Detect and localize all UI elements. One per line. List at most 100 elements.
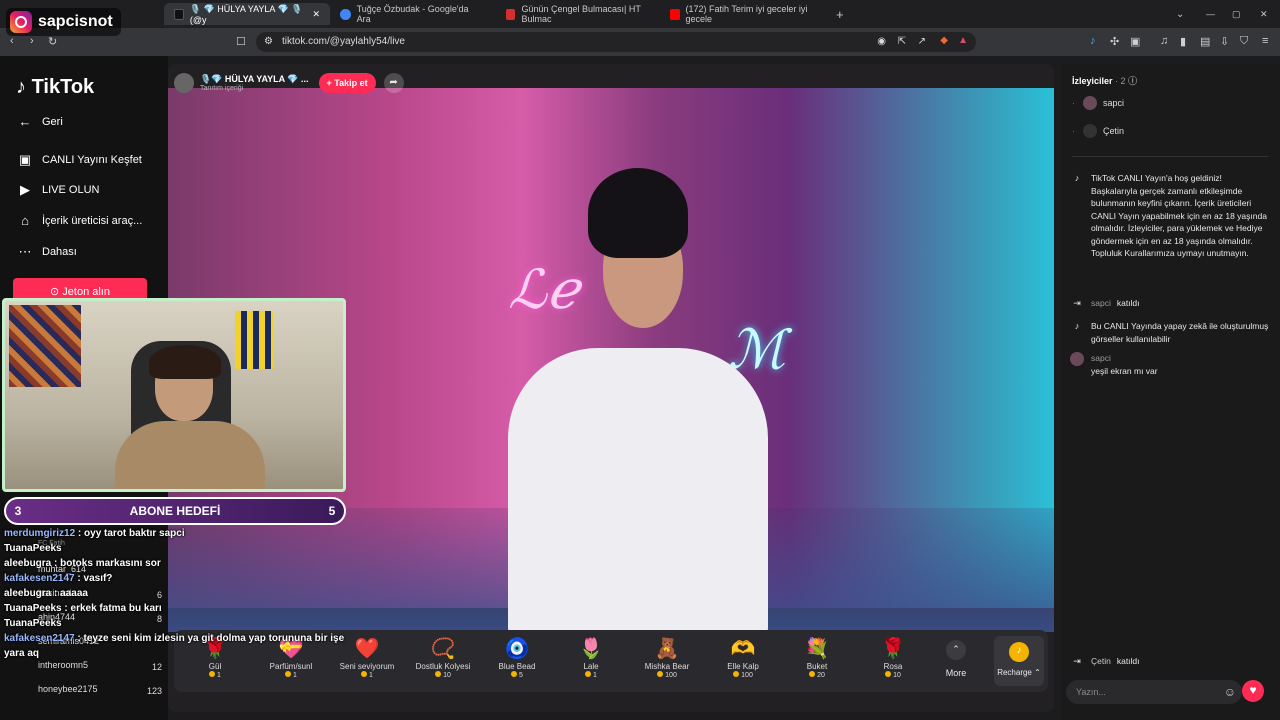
overlay-chat-user: TuanaPeeks	[4, 603, 62, 614]
tiktok-icon: ♪	[1074, 321, 1080, 331]
audio-icon[interactable]: ♪	[1090, 35, 1096, 47]
gift-name: Dostluk Kolyesi	[415, 662, 471, 671]
media-icon[interactable]: ♫	[1160, 35, 1168, 47]
host-avatar[interactable]	[174, 73, 194, 93]
back-icon[interactable]: ‹	[10, 35, 14, 47]
gift-item[interactable]: 🧸 Mishka Bear 100	[632, 636, 702, 679]
leaderboard-name: honeybee2175	[38, 684, 98, 694]
site-info-icon[interactable]: ⚙	[264, 36, 273, 47]
nav-creator-tools[interactable]: ⌂ İçerik üreticisi araç...	[16, 213, 142, 228]
gift-rosa-icon: 🌹	[880, 638, 906, 660]
cast-icon[interactable]: ◉	[877, 36, 886, 47]
gift-price: 100	[665, 672, 677, 679]
new-tab-button[interactable]: +	[826, 3, 854, 25]
message-text: katıldı	[1116, 298, 1140, 308]
vpn-icon[interactable]: ⛉	[1240, 35, 1248, 48]
like-heart-button[interactable]: ♥	[1242, 680, 1264, 702]
info-icon[interactable]: ⓘ	[1128, 76, 1137, 86]
open-external-icon[interactable]: ⇱	[898, 36, 906, 47]
downloads-icon[interactable]: ⇩	[1220, 35, 1229, 48]
host-subtitle: Tanıtım içeriği	[200, 85, 244, 92]
coin-icon	[733, 671, 740, 677]
extensions-icon[interactable]: ✣	[1110, 35, 1119, 48]
goal-label: ABONE HEDEFİ	[129, 504, 221, 518]
emoji-icon[interactable]: ☺	[1224, 685, 1236, 699]
viewer-row[interactable]: · Çetin	[1072, 124, 1124, 138]
avatar	[1083, 124, 1097, 138]
chat-input-placeholder: Yazın...	[1076, 687, 1106, 697]
coin-icon	[885, 671, 892, 677]
gift-item[interactable]: 🫶 Elle Kalp 100	[708, 636, 778, 679]
nav-more[interactable]: ⋯ Dahası	[16, 244, 77, 260]
gift-price: 10	[443, 672, 451, 679]
message-text: yeşil ekran mı var	[1091, 365, 1158, 376]
forward-icon[interactable]: ›	[30, 35, 34, 47]
gift-name: Parfüm/sunl	[269, 662, 313, 671]
message-user[interactable]: sapci	[1091, 352, 1152, 365]
share-page-icon[interactable]: ↗	[918, 36, 926, 47]
sidebar-toggle-icon[interactable]: ▮	[1180, 35, 1186, 48]
brave-shield-icon[interactable]: ◆	[940, 35, 948, 46]
chat-message: ⇥ Çetin katıldı	[1070, 655, 1270, 669]
leaderboard-count: 123	[146, 686, 162, 696]
tab-search-icon[interactable]: ⌄	[1166, 3, 1194, 25]
overlay-chat-text: : erkek fatma bu karı	[64, 603, 162, 614]
nav-go-live[interactable]: ▶ LIVE OLUN	[16, 182, 99, 198]
subscriber-goal-bar: 3 ABONE HEDEFİ 5	[4, 497, 346, 525]
close-tab-icon[interactable]: ✕	[312, 9, 320, 20]
gift-item[interactable]: 🌷 Lale 1	[556, 636, 626, 679]
overlay-chat-line: TuanaPeeks	[4, 618, 284, 633]
url-text: tiktok.com/@yaylahly54/live	[282, 36, 405, 47]
gift-item[interactable]: 💐 Buket 20	[782, 636, 852, 679]
menu-icon[interactable]: ≡	[1262, 35, 1268, 47]
minimize-icon[interactable]: —	[1196, 3, 1225, 25]
maximize-icon[interactable]: ▢	[1222, 3, 1251, 25]
overlay-chat-user: merdumgiriz12	[4, 528, 76, 539]
ht-favicon-icon	[506, 8, 516, 20]
nav-back[interactable]: ← Geri	[16, 114, 63, 129]
chat-input[interactable]: Yazın... ☺	[1066, 680, 1242, 704]
recharge-button[interactable]: ♪ Recharge ⌃	[994, 636, 1044, 686]
webcam-streamer	[115, 345, 265, 489]
nav-explore-live[interactable]: ▣ CANLI Yayını Keşfet	[16, 152, 142, 168]
viewer-row[interactable]: · sapci	[1072, 96, 1124, 110]
tab-google-search[interactable]: Tuğçe Özbudak - Google'da Ara	[330, 3, 490, 25]
webcam-overlay	[2, 298, 346, 492]
tab-tiktok-live[interactable]: 🎙️ 💎 HÜLYA YAYLA 💎 🎙️ (@y ✕	[164, 3, 330, 25]
follow-button[interactable]: + Takip et	[318, 73, 376, 93]
gift-bear-icon: 🧸	[654, 638, 680, 660]
share-icon[interactable]: ➦	[383, 73, 404, 93]
more-icon: ⋯	[18, 244, 32, 259]
bookmark-icon[interactable]: ☐	[236, 35, 246, 48]
tiktok-logo[interactable]: ♪ TikTok	[16, 76, 94, 99]
tab-youtube[interactable]: (172) Fatih Terim iyi geceler iyi gecele	[660, 3, 826, 25]
gift-blue-bead-icon: 🧿	[504, 638, 530, 660]
streamer-hair	[588, 168, 688, 258]
gift-name: Gül	[208, 662, 222, 671]
screenshot-icon[interactable]: ▣	[1130, 35, 1140, 48]
message-user[interactable]: sapci	[1091, 297, 1111, 311]
rank-dot-icon: ·	[1072, 98, 1075, 108]
gift-price: 1	[369, 672, 373, 679]
jeton-label: Jeton alın	[62, 286, 110, 298]
message-user[interactable]: Çetin	[1091, 655, 1111, 669]
overlay-chat-line: yara aq	[4, 648, 284, 663]
more-gifts-button[interactable]: ⌃ More	[936, 638, 976, 678]
brave-rewards-icon[interactable]: ▲	[958, 35, 968, 46]
reload-icon[interactable]: ↻	[48, 35, 57, 48]
wallet-icon[interactable]: ▤	[1200, 35, 1210, 48]
overlay-chat-user: yara aq	[4, 648, 40, 659]
gift-name: Buket	[806, 662, 828, 671]
gift-price: 1	[217, 672, 221, 679]
avatar	[1083, 96, 1097, 110]
overlay-chat-user: aleebugra	[4, 588, 52, 599]
avatar-icon[interactable]	[1070, 352, 1084, 366]
gift-item[interactable]: 📿 Dostluk Kolyesi 10	[408, 636, 478, 679]
gift-item[interactable]: 🧿 Blue Bead 5	[482, 636, 552, 679]
tab-bulmaca[interactable]: Günün Çengel Bulmacası| HT Bulmac	[496, 3, 662, 25]
address-bar[interactable]: ⚙ tiktok.com/@yaylahly54/live ◉ ⇱ ↗ ◆ ▲	[256, 32, 976, 52]
host-name[interactable]: 🎙️💎 HÜLYA YAYLA 💎 ...	[200, 74, 309, 85]
gift-item[interactable]: 🌹 Rosa 10	[858, 636, 928, 679]
gift-price: 1	[293, 672, 297, 679]
close-window-icon[interactable]: ✕	[1250, 3, 1278, 25]
